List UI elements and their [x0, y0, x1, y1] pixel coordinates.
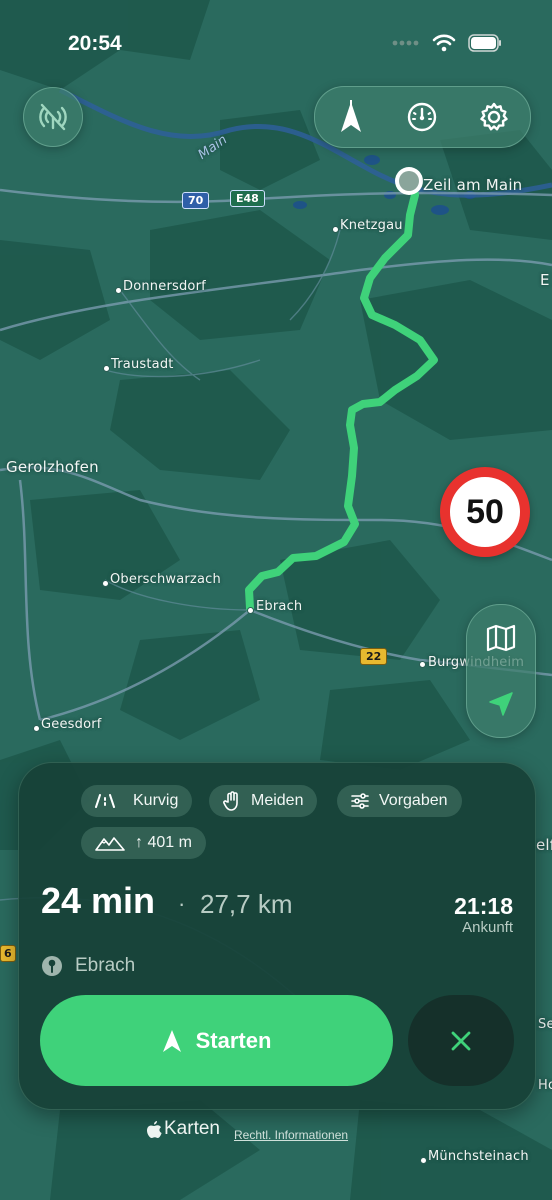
speedometer-icon — [408, 102, 437, 132]
arrival-label: Ankunft — [462, 919, 513, 936]
route-sheet: Kurvig Meiden Vorgaben ↑ 401 m 24 min · … — [18, 762, 536, 1110]
pin-icon — [42, 956, 62, 976]
place-dot — [34, 726, 39, 731]
hand-icon — [223, 791, 238, 811]
place-label-ebrach: Ebrach — [256, 599, 303, 614]
map-icon — [486, 624, 516, 652]
no-signal-icon — [39, 103, 67, 131]
place-dot — [421, 1158, 426, 1163]
place-label-traustadt: Traustadt — [111, 357, 174, 372]
place-label-zeil: Zeil am Main — [423, 176, 523, 194]
road-shield-e48: E48 — [230, 190, 265, 207]
chip-elevation[interactable]: ↑ 401 m — [81, 827, 206, 859]
speed-limit-sign: 50 — [440, 467, 530, 557]
settings-button[interactable] — [464, 89, 524, 145]
cellular-signal-icon — [392, 40, 419, 46]
route-duration: 24 min — [41, 880, 156, 921]
start-button[interactable]: Starten — [40, 995, 393, 1086]
sliders-icon — [351, 793, 369, 809]
map-tools-pill — [314, 86, 531, 148]
map-mode-button[interactable] — [471, 610, 531, 666]
road-shield-b22: 22 — [360, 648, 388, 665]
destination-row: Ebrach — [41, 955, 135, 977]
place-dot — [116, 288, 121, 293]
route-distance: 27,7 km — [200, 889, 293, 919]
locate-me-button[interactable] — [471, 676, 531, 732]
destination-name: Ebrach — [75, 955, 136, 976]
place-label-edge-ho: Ho — [538, 1078, 552, 1093]
road-shield-a70: 70 — [182, 192, 210, 209]
wifi-icon — [432, 34, 456, 52]
place-label-edge-se: Se — [538, 1017, 552, 1032]
compass-button[interactable] — [321, 89, 381, 145]
brand: Karten — [146, 1118, 220, 1140]
place-label-muenchsteinach: Münchsteinach — [428, 1149, 529, 1164]
chip-curvy[interactable]: Kurvig — [81, 785, 193, 817]
place-dot — [420, 662, 425, 667]
chip-preferences-label: Vorgaben — [379, 792, 448, 809]
chip-curvy-label: Kurvig — [133, 792, 179, 809]
curvy-road-icon — [95, 794, 115, 808]
chip-avoid[interactable]: Meiden — [209, 785, 318, 817]
place-label-edge-e: E — [540, 271, 550, 289]
arrival-time: 21:18 — [454, 893, 513, 919]
location-arrow-icon — [489, 692, 513, 716]
map-view-pill — [466, 604, 536, 738]
route-separator: · — [178, 891, 186, 916]
navigation-arrow-icon — [162, 1029, 181, 1052]
place-label-gerolzhofen: Gerolzhofen — [6, 458, 99, 476]
north-arrow-icon — [340, 100, 361, 132]
close-icon — [451, 1031, 471, 1050]
start-button-label: Starten — [195, 1027, 272, 1053]
status-time: 20:54 — [68, 32, 122, 55]
place-dot — [248, 608, 253, 613]
gear-icon — [480, 102, 508, 131]
road-shield-edge: 6 — [0, 945, 16, 962]
speedometer-button[interactable] — [392, 89, 452, 145]
chip-preferences[interactable]: Vorgaben — [337, 785, 462, 817]
place-label-donnersdorf: Donnersdorf — [123, 279, 206, 294]
apple-logo-icon — [147, 1120, 162, 1138]
place-dot — [103, 581, 108, 586]
status-icons — [392, 34, 502, 52]
mountains-icon — [95, 837, 125, 851]
offline-button[interactable] — [23, 87, 83, 147]
place-label-knetzgau: Knetzgau — [340, 218, 403, 233]
place-label-geesdorf: Geesdorf — [41, 717, 102, 732]
chip-avoid-label: Meiden — [251, 792, 304, 809]
place-dot — [104, 366, 109, 371]
place-label-edge-elfe: elfe — [536, 836, 552, 854]
battery-icon — [468, 34, 501, 52]
close-route-button[interactable] — [408, 995, 514, 1086]
chip-elevation-label: ↑ 401 m — [135, 834, 192, 851]
legal-link[interactable]: Rechtl. Informationen — [234, 1128, 348, 1142]
brand-label: Karten — [164, 1118, 220, 1139]
map-attribution: Karten Rechtl. Informationen — [146, 1118, 348, 1142]
place-dot — [333, 227, 338, 232]
place-label-oberschwarzach: Oberschwarzach — [110, 572, 221, 587]
